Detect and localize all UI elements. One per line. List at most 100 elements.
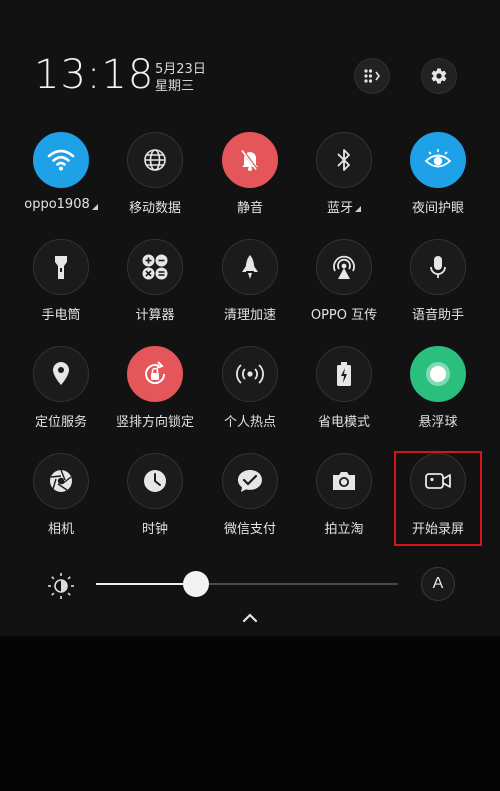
rotation-lock-icon (140, 359, 170, 389)
battery-saver-icon (335, 360, 353, 388)
expand-arrow-icon[interactable] (91, 203, 98, 210)
tile-label-text: 省电模式 (317, 415, 370, 430)
tile-flashlight[interactable]: 手电筒 (15, 239, 107, 323)
tile-boost[interactable]: 清理加速 (204, 239, 296, 323)
tile-label: 定位服务 (35, 411, 87, 430)
weekday-text: 星期三 (155, 79, 195, 94)
floating-ball-toggle[interactable] (410, 346, 466, 402)
voice-assistant-toggle[interactable] (410, 239, 466, 295)
auto-brightness-button[interactable]: A (421, 567, 455, 601)
tile-wifi[interactable]: oppo1908 (15, 132, 107, 212)
oppo-share-toggle[interactable] (316, 239, 372, 295)
tile-label-text: 个人热点 (223, 415, 276, 430)
brightness-slider-fill (96, 583, 196, 585)
quick-settings-panel: 13:18 5月23日 星期三 oppo1908 移动数据 静音 蓝牙 夜间护眼 手电筒 计… (0, 0, 500, 636)
tile-rotation-lock[interactable]: 竖排方向锁定 (109, 346, 201, 430)
tile-clock[interactable]: 时钟 (109, 453, 201, 537)
tile-label-text: 清理加速 (223, 308, 276, 323)
date-block: 5月23日 星期三 (155, 61, 206, 95)
flashlight-icon (51, 253, 71, 281)
tile-hotspot[interactable]: 个人热点 (204, 346, 296, 430)
night-mode-toggle[interactable] (410, 132, 466, 188)
expand-arrow-icon[interactable] (355, 205, 361, 212)
tile-mobile-data[interactable]: 移动数据 (109, 132, 201, 216)
tile-location[interactable]: 定位服务 (15, 346, 107, 430)
boost-toggle[interactable] (222, 239, 278, 295)
tile-label-text: 手电筒 (41, 308, 81, 323)
wechat-pay-toggle[interactable] (222, 453, 278, 509)
rocket-icon (239, 253, 261, 281)
tile-label: 相机 (48, 518, 74, 537)
clock-icon (141, 467, 169, 495)
tile-label: 语音助手 (412, 304, 464, 323)
brightness-slider[interactable] (96, 571, 398, 597)
tile-calculator[interactable]: 计算器 (109, 239, 201, 323)
location-toggle[interactable] (33, 346, 89, 402)
flashlight-toggle[interactable] (33, 239, 89, 295)
tile-wechat-pay[interactable]: 微信支付 (204, 453, 296, 537)
wifi-toggle[interactable] (33, 132, 89, 188)
tile-label-text: 夜间护眼 (411, 201, 464, 216)
tile-oppo-share[interactable]: OPPO 互传 (298, 239, 390, 323)
tile-voice-assistant[interactable]: 语音助手 (392, 239, 484, 323)
tile-silent[interactable]: 静音 (204, 132, 296, 216)
tile-label: 省电模式 (318, 411, 370, 430)
tile-label-text: 相机 (47, 522, 74, 537)
bluetooth-toggle[interactable] (316, 132, 372, 188)
power-saving-toggle[interactable] (316, 346, 372, 402)
tile-label: 移动数据 (129, 197, 181, 216)
aperture-icon (47, 467, 75, 495)
rotation-lock-toggle[interactable] (127, 346, 183, 402)
tile-label-text: 定位服务 (34, 415, 87, 430)
tile-night-mode[interactable]: 夜间护眼 (392, 132, 484, 216)
silent-toggle[interactable] (222, 132, 278, 188)
date-text: 5月23日 (155, 62, 206, 77)
chevron-up-icon[interactable] (240, 610, 260, 624)
tile-label: 夜间护眼 (412, 197, 464, 216)
tile-pailitao[interactable]: 拍立淘 (298, 453, 390, 537)
settings-button[interactable] (421, 58, 457, 94)
mobile-data-toggle[interactable] (127, 132, 183, 188)
tile-bluetooth[interactable]: 蓝牙 (298, 132, 390, 216)
tile-label: OPPO 互传 (311, 304, 377, 323)
bluetooth-icon (333, 147, 355, 173)
tile-label-text: 静音 (236, 201, 263, 216)
tile-label: 微信支付 (224, 518, 276, 537)
tile-label: 竖排方向锁定 (116, 411, 194, 430)
hotspot-toggle[interactable] (222, 346, 278, 402)
tile-label-text: 竖排方向锁定 (115, 415, 194, 430)
tile-label: 静音 (237, 197, 263, 216)
eye-icon (423, 147, 453, 173)
tile-label-text: OPPO 互传 (310, 308, 378, 323)
tile-label: 手电筒 (41, 304, 80, 323)
tile-label: 个人热点 (224, 411, 276, 430)
tile-power-saving[interactable]: 省电模式 (298, 346, 390, 430)
tile-camera[interactable]: 相机 (15, 453, 107, 537)
tile-label-text: 拍立淘 (324, 522, 364, 537)
wifi-icon (46, 148, 76, 172)
tile-floating-ball[interactable]: 悬浮球 (392, 346, 484, 430)
edit-tiles-button[interactable] (354, 58, 390, 94)
microphone-icon (427, 253, 449, 281)
camera-toggle[interactable] (33, 453, 89, 509)
tile-label-text: 移动数据 (128, 201, 181, 216)
camera-icon (330, 469, 358, 493)
calculator-icon (141, 253, 169, 281)
calculator-toggle[interactable] (127, 239, 183, 295)
mute-bell-icon (237, 147, 263, 173)
globe-icon (142, 147, 168, 173)
tile-label: 蓝牙 (327, 197, 361, 216)
brightness-slider-thumb[interactable] (182, 571, 209, 597)
clock-toggle[interactable] (127, 453, 183, 509)
pailitao-toggle[interactable] (316, 453, 372, 509)
edit-tiles-icon (364, 69, 380, 83)
tile-label-text: 时钟 (141, 522, 168, 537)
highlight-box (394, 451, 482, 546)
location-pin-icon (50, 360, 72, 388)
tile-label: 清理加速 (224, 304, 276, 323)
tile-label: 拍立淘 (324, 518, 363, 537)
tile-label-text: oppo1908 (24, 197, 90, 212)
tile-label-text: 语音助手 (411, 308, 464, 323)
tile-label-text: 蓝牙 (326, 201, 353, 216)
tile-label-text: 计算器 (135, 308, 175, 323)
